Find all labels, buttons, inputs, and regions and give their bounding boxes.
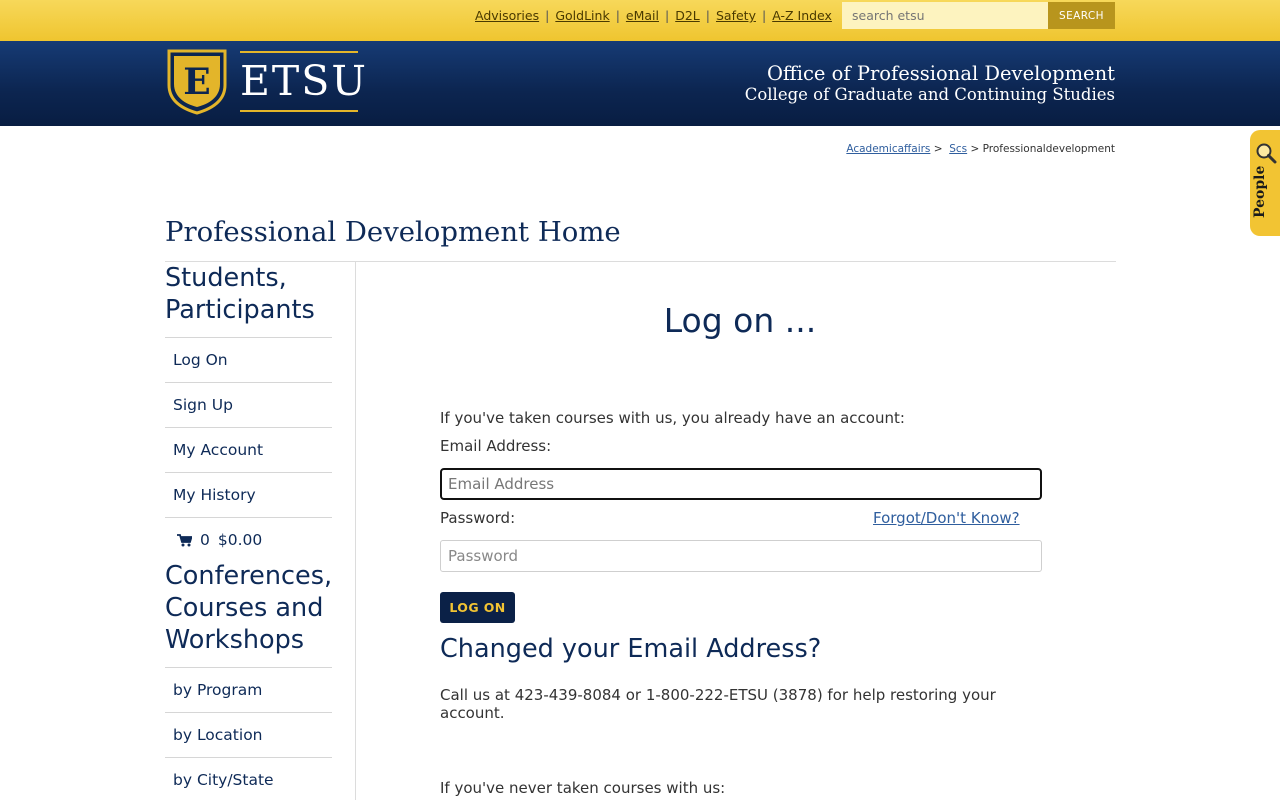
- sidebar-heading-students: Students, Participants: [165, 263, 315, 325]
- util-link-advisories[interactable]: Advisories: [475, 8, 539, 23]
- email-field[interactable]: Email Address: [440, 468, 1042, 500]
- breadcrumb: Academicaffairs > Scs > Professionaldeve…: [846, 143, 1115, 155]
- sidebar-item-my-history[interactable]: My History: [165, 472, 332, 517]
- breadcrumb-academicaffairs[interactable]: Academicaffairs: [846, 143, 930, 155]
- people-search-tab[interactable]: People: [1250, 130, 1280, 236]
- sidebar-item-my-account[interactable]: My Account: [165, 427, 332, 472]
- department-title: Office of Professional Development Colle…: [745, 63, 1115, 105]
- search-input[interactable]: [842, 2, 1048, 29]
- utility-bar: Advisories | GoldLink | eMail | D2L | Safety | A-Z…: [0, 0, 1280, 41]
- log-on-button[interactable]: LOG ON: [440, 592, 515, 623]
- breadcrumb-current: Professionaldevelopment: [982, 143, 1115, 155]
- changed-email-heading: Changed your Email Address?: [440, 634, 822, 664]
- logo-word: ETSU: [240, 57, 368, 105]
- forgot-password-link[interactable]: Forgot/Don't Know?: [873, 509, 1020, 527]
- contact-help-text: Call us at 423-439-8084 or 1-800-222-ETS…: [440, 686, 996, 722]
- dept-line-1: Office of Professional Development: [766, 62, 1115, 85]
- password-label: Password:: [440, 509, 516, 527]
- utility-links: Advisories | GoldLink | eMail | D2L | Safety | A-Z…: [475, 8, 832, 23]
- sidebar: Students, Participants Log On Sign Up My…: [165, 262, 332, 800]
- sidebar-item-by-city-state[interactable]: by City/State: [165, 757, 332, 800]
- breadcrumb-scs[interactable]: Scs: [949, 143, 967, 155]
- login-heading: Log on ...: [663, 301, 817, 340]
- password-field[interactable]: Password: [440, 540, 1042, 572]
- sidebar-divider: [355, 262, 356, 800]
- people-tab-label: People: [1252, 165, 1268, 218]
- util-link-safety[interactable]: Safety: [716, 8, 756, 23]
- email-label: Email Address:: [440, 437, 552, 455]
- sidebar-list-students: Log On Sign Up My Account My History: [165, 337, 332, 517]
- login-intro-text: If you've taken courses with us, you alr…: [440, 409, 905, 427]
- cart-total: $0.00: [217, 531, 263, 549]
- new-user-text: If you've never taken courses with us:: [440, 779, 726, 797]
- cart-count: 0: [200, 531, 210, 549]
- sidebar-item-by-location[interactable]: by Location: [165, 712, 332, 757]
- etsu-shield-logo[interactable]: E: [167, 49, 227, 115]
- sidebar-cart[interactable]: 0 $0.00: [165, 517, 332, 562]
- search-button[interactable]: SEARCH: [1048, 2, 1115, 29]
- logo-letter: E: [183, 61, 210, 103]
- util-link-goldlink[interactable]: GoldLink: [555, 8, 609, 23]
- util-link-az-index[interactable]: A-Z Index: [772, 8, 832, 23]
- util-link-email[interactable]: eMail: [626, 8, 659, 23]
- sidebar-item-sign-up[interactable]: Sign Up: [165, 382, 332, 427]
- sidebar-heading-conferences: Conferences, Courses and Workshops: [165, 561, 333, 655]
- dept-line-2: College of Graduate and Continuing Studi…: [744, 85, 1115, 104]
- util-link-d2l[interactable]: D2L: [675, 8, 700, 23]
- etsu-wordmark[interactable]: ETSU: [240, 51, 368, 112]
- page-title: Professional Development Home: [165, 216, 621, 248]
- sidebar-item-log-on[interactable]: Log On: [165, 337, 332, 382]
- sidebar-item-by-program[interactable]: by Program: [165, 667, 332, 712]
- sidebar-list-conferences: by Program by Location by City/State: [165, 667, 332, 800]
- cart-icon: [177, 533, 192, 546]
- site-header: E ETSU Office of Professional Developmen…: [0, 41, 1280, 126]
